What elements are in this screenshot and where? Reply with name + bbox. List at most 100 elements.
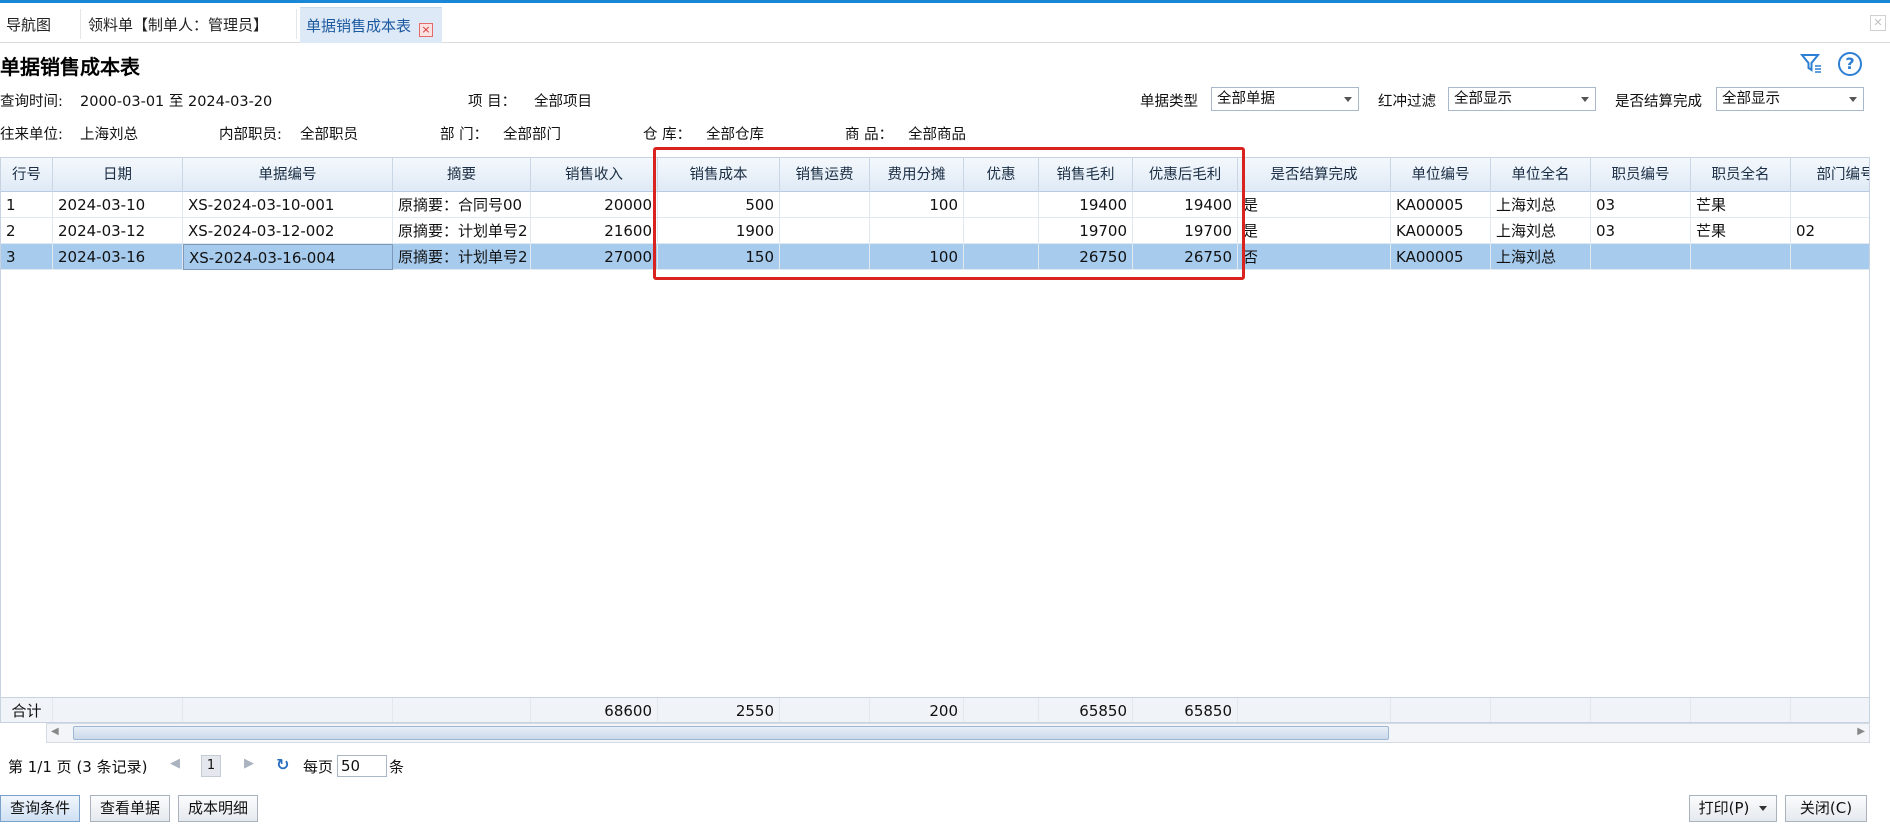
table-cell[interactable]: 150 (658, 244, 780, 270)
prev-page-icon[interactable]: ◀ (170, 756, 180, 771)
scroll-right-icon[interactable]: ▶ (1857, 726, 1865, 737)
column-header[interactable]: 销售成本 (658, 158, 780, 192)
page-number-button[interactable]: 1 (201, 755, 221, 777)
table-cell[interactable] (964, 244, 1039, 270)
table-cell[interactable] (1591, 244, 1691, 270)
table-cell[interactable]: 是 (1238, 218, 1391, 244)
scroll-left-icon[interactable]: ◀ (51, 726, 59, 737)
table-cell[interactable]: 500 (658, 192, 780, 218)
tab-material-requisition[interactable]: 领料单【制单人：管理员】 (82, 7, 294, 43)
table-cell[interactable]: 20000 (531, 192, 658, 218)
print-button[interactable]: 打印(P) (1689, 795, 1777, 822)
table-cell[interactable] (780, 244, 870, 270)
column-header[interactable]: 销售收入 (531, 158, 658, 192)
table-cell[interactable]: KA00005 (1391, 192, 1491, 218)
table-cell[interactable] (870, 218, 964, 244)
help-icon[interactable]: ? (1838, 52, 1862, 76)
report-grid[interactable]: 行号 日期 单据编号 摘要 销售收入 销售成本 销售运费 费用分摊 优惠 销售毛利 优惠后毛利 是否结… (0, 157, 1870, 723)
close-icon[interactable]: × (419, 23, 434, 37)
table-cell[interactable]: 上海刘总 (1491, 218, 1591, 244)
column-header[interactable]: 优惠后毛利 (1133, 158, 1238, 192)
table-cell[interactable]: 02 (1791, 218, 1869, 244)
window-close-icon[interactable]: ✕ (1870, 15, 1886, 31)
settled-value: 全部显示 (1722, 91, 1780, 107)
table-cell[interactable]: 2 (1, 218, 53, 244)
column-header[interactable]: 职员编号 (1591, 158, 1691, 192)
horizontal-scrollbar[interactable]: ◀ ▶ (46, 723, 1870, 743)
table-cell[interactable]: 19400 (1039, 192, 1133, 218)
table-cell[interactable]: 原摘要：合同号00 (393, 192, 531, 218)
column-header[interactable]: 摘要 (393, 158, 531, 192)
table-cell[interactable]: 03 (1591, 218, 1691, 244)
tab-divider (296, 9, 297, 39)
settled-select[interactable]: 全部显示 (1716, 87, 1864, 111)
red-filter-select[interactable]: 全部显示 (1448, 87, 1596, 111)
table-cell[interactable]: KA00005 (1391, 244, 1491, 270)
table-cell[interactable]: XS-2024-03-12-002 (183, 218, 393, 244)
cost-detail-button[interactable]: 成本明细 (178, 795, 258, 822)
table-cell[interactable] (964, 192, 1039, 218)
table-cell[interactable]: XS-2024-03-16-004 (183, 244, 393, 270)
table-cell[interactable]: 3 (1, 244, 53, 270)
column-header[interactable]: 单位全名 (1491, 158, 1591, 192)
column-header[interactable]: 是否结算完成 (1238, 158, 1391, 192)
table-cell[interactable] (964, 218, 1039, 244)
column-header[interactable]: 销售运费 (780, 158, 870, 192)
table-cell[interactable]: 2024-03-16 (53, 244, 183, 270)
column-header[interactable]: 日期 (53, 158, 183, 192)
query-conditions-button[interactable]: 查询条件 (0, 795, 80, 822)
table-cell[interactable]: 1900 (658, 218, 780, 244)
column-header[interactable]: 费用分摊 (870, 158, 964, 192)
table-cell[interactable]: 否 (1238, 244, 1391, 270)
column-header[interactable]: 行号 (1, 158, 53, 192)
chevron-down-icon[interactable] (1759, 806, 1768, 811)
column-header[interactable]: 单位编号 (1391, 158, 1491, 192)
table-cell[interactable]: 2024-03-12 (53, 218, 183, 244)
table-cell[interactable] (1791, 244, 1869, 270)
table-cell[interactable] (780, 218, 870, 244)
table-cell[interactable]: 2024-03-10 (53, 192, 183, 218)
view-document-button[interactable]: 查看单据 (90, 795, 170, 822)
table-cell[interactable]: 19700 (1039, 218, 1133, 244)
dept-label: 部 门： (440, 127, 489, 143)
refresh-icon[interactable]: ↻ (276, 755, 289, 774)
close-button[interactable]: 关闭(C) (1785, 795, 1867, 822)
table-cell[interactable]: XS-2024-03-10-001 (183, 192, 393, 218)
next-page-icon[interactable]: ▶ (244, 756, 254, 771)
table-cell[interactable]: 1 (1, 192, 53, 218)
table-cell[interactable]: 26750 (1039, 244, 1133, 270)
table-cell[interactable]: 100 (870, 244, 964, 270)
column-header[interactable]: 优惠 (964, 158, 1039, 192)
table-cell[interactable] (1691, 244, 1791, 270)
table-row[interactable]: 1 2024-03-10 XS-2024-03-10-001 原摘要：合同号00 200… (1, 192, 1869, 218)
table-row[interactable]: 2 2024-03-12 XS-2024-03-12-002 原摘要：计划单号2 216… (1, 218, 1869, 244)
table-cell[interactable]: 26750 (1133, 244, 1238, 270)
table-cell[interactable]: 上海刘总 (1491, 244, 1591, 270)
tab-navigation[interactable]: 导航图 (0, 7, 80, 43)
column-header[interactable]: 职员全名 (1691, 158, 1791, 192)
scrollbar-thumb[interactable] (73, 726, 1389, 740)
table-cell[interactable]: KA00005 (1391, 218, 1491, 244)
table-cell[interactable]: 21600 (531, 218, 658, 244)
table-cell[interactable]: 是 (1238, 192, 1391, 218)
doc-type-select[interactable]: 全部单据 (1211, 87, 1359, 111)
column-header[interactable]: 销售毛利 (1039, 158, 1133, 192)
table-cell[interactable]: 03 (1591, 192, 1691, 218)
table-cell[interactable]: 19400 (1133, 192, 1238, 218)
table-cell[interactable]: 芒果 (1691, 192, 1791, 218)
table-cell[interactable]: 19700 (1133, 218, 1238, 244)
table-cell[interactable]: 原摘要：计划单号2 (393, 244, 531, 270)
table-row[interactable]: 3 2024-03-16 XS-2024-03-16-004 原摘要：计划单号2 270… (1, 244, 1869, 270)
per-page-input[interactable]: 50 (337, 755, 387, 777)
table-cell[interactable] (780, 192, 870, 218)
column-header[interactable]: 单据编号 (183, 158, 393, 192)
tab-sales-cost-report[interactable]: 单据销售成本表 × (300, 7, 442, 43)
table-cell[interactable] (1791, 192, 1869, 218)
table-cell[interactable]: 上海刘总 (1491, 192, 1591, 218)
table-cell[interactable]: 原摘要：计划单号2 (393, 218, 531, 244)
filter-icon[interactable] (1799, 52, 1822, 74)
table-cell[interactable]: 100 (870, 192, 964, 218)
table-cell[interactable]: 芒果 (1691, 218, 1791, 244)
table-cell[interactable]: 27000 (531, 244, 658, 270)
column-header[interactable]: 部门编号 (1791, 158, 1870, 192)
